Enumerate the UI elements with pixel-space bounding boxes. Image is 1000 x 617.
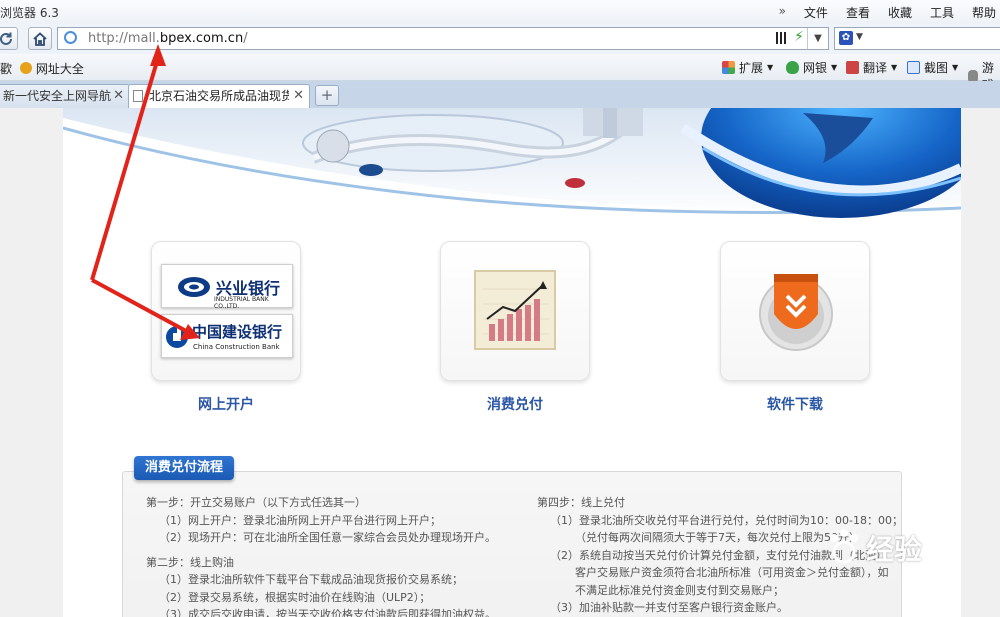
toolbar-screenshot-label: 截图	[924, 61, 949, 75]
url-domain: bpex.com.cn	[159, 31, 244, 46]
bookmark-favorites[interactable]: 歡	[0, 60, 12, 77]
qr-code-icon[interactable]	[776, 32, 788, 44]
rising-chart-icon	[474, 270, 556, 350]
menu-overflow-chevron[interactable]: »	[779, 4, 786, 21]
flow-step-line: （1）登录北油所软件下载平台下载成品油现货报价交易系统；	[159, 573, 463, 586]
menu-bar: » 文件 查看 收藏 工具 帮助	[779, 4, 996, 21]
address-bar[interactable]: http://mall.bpex.com.cn/ ⚡ ▼	[57, 27, 829, 50]
new-tab-button[interactable]: +	[315, 85, 339, 106]
tab-navigation-home[interactable]: 新一代安全上网导航 ✕	[0, 84, 130, 108]
page-gutter-left	[0, 108, 63, 617]
tile-software-download[interactable]	[720, 241, 870, 381]
url-suffix: /	[243, 31, 248, 46]
tile-redemption-label[interactable]: 消费兑付	[440, 394, 590, 414]
watermark: 经验	[824, 522, 944, 572]
flow-step-line: （3）成交后交收申请，按当天交收价格支付油款后即获得加油权益。	[159, 608, 496, 617]
flow-step-line: 不满足此标准兑付资金则支付到交易账户；	[575, 583, 784, 597]
ccb-bank-english: China Construction Bank	[193, 343, 280, 351]
refresh-icon	[0, 32, 12, 45]
site-directory-icon	[20, 62, 32, 74]
menu-tools[interactable]: 工具	[930, 4, 954, 21]
tile-online-account-label[interactable]: 网上开户	[151, 394, 301, 414]
ccb-bank-logo: 中国建设银行 China Construction Bank	[161, 314, 293, 358]
flow-steps-left: 第一步：开立交易账户（以下方式任选其一） （1）网上开户：登录北油所网上开户平台进…	[146, 494, 496, 617]
home-icon	[33, 32, 47, 46]
lightning-icon[interactable]: ⚡	[794, 29, 804, 45]
flow-step-line: 第二步：线上购油	[146, 555, 234, 569]
toolbar-translate-label: 翻译	[863, 61, 888, 75]
tile-software-download-label[interactable]: 软件下载	[720, 394, 870, 414]
window-title: 浏览器 6.3	[0, 6, 59, 20]
translate-icon	[846, 61, 859, 74]
tile-redemption[interactable]	[440, 241, 590, 381]
watermark-text: 经验	[866, 533, 923, 566]
ccb-bank-name: 中国建设银行	[192, 323, 283, 341]
globe-icon	[64, 31, 77, 44]
ccb-icon	[166, 326, 188, 348]
toolbar-extensions-label: 扩展	[739, 61, 764, 75]
menu-help[interactable]: 帮助	[972, 4, 996, 21]
bookmark-site-directory-label: 网址大全	[35, 62, 84, 76]
download-badge-icon	[759, 274, 833, 351]
flow-step-line: （2）现场开户：可在北油所全国任意一家综合会员处办理现场开户。	[159, 531, 496, 544]
tab-navigation-home-title: 新一代安全上网导航	[3, 89, 112, 103]
search-engine-box[interactable]: ✿ ▼	[834, 27, 1000, 50]
flow-step-line: （2）登录交易系统，根据实时油价在线购油（ULP2）；	[159, 590, 431, 604]
paw-icon	[830, 529, 858, 564]
page-icon	[133, 90, 143, 102]
menu-view[interactable]: 查看	[846, 4, 870, 21]
industrial-bank-english: INDUSTRIAL BANK CO.,LTD.	[214, 296, 269, 310]
bookmark-site-directory[interactable]: 网址大全	[20, 60, 84, 77]
toolbar-online-banking-label: 网银	[803, 61, 828, 75]
shield-icon	[786, 61, 799, 74]
toolbar-online-banking[interactable]: 网银 ▼	[786, 59, 837, 76]
navigation-bar: http://mall.bpex.com.cn/ ⚡ ▼ ✿ ▼	[0, 24, 1000, 54]
close-icon[interactable]: ✕	[293, 85, 304, 107]
tab-bpex-mall-title: 北京石油交易所成品油现货交易	[149, 89, 289, 103]
screenshot-icon	[907, 61, 920, 74]
url-text: http://mall.bpex.com.cn/	[88, 31, 248, 46]
refresh-button[interactable]	[0, 27, 18, 50]
toolbar-extensions[interactable]: 扩展 ▼	[722, 59, 773, 76]
url-prefix: http://mall.	[88, 31, 160, 46]
flow-step-line: （1）网上开户：登录北油所网上开户平台进行网上开户；	[159, 513, 441, 527]
flow-step-line: 第四步：线上兑付	[537, 496, 625, 509]
banner-image	[63, 108, 961, 220]
industrial-bank-icon	[178, 277, 210, 297]
tile-online-account[interactable]: 兴业银行 INDUSTRIAL BANK CO.,LTD. 中国建设银行 Chi…	[151, 241, 301, 381]
paw-icon: ✿	[839, 31, 853, 45]
industrial-bank-logo: 兴业银行 INDUSTRIAL BANK CO.,LTD.	[161, 264, 293, 310]
close-icon[interactable]: ✕	[113, 85, 124, 107]
tab-bpex-mall[interactable]: 北京石油交易所成品油现货交易 ✕	[128, 84, 310, 108]
title-bar: 浏览器 6.3 » 文件 查看 收藏 工具 帮助	[0, 0, 1000, 25]
toolbar-screenshot[interactable]: 截图 ▼	[907, 59, 958, 76]
flow-step-line: （3）加油补贴款一并支付至客户银行资金账户。	[550, 601, 788, 614]
extensions-icon	[722, 61, 735, 74]
menu-favorites[interactable]: 收藏	[888, 4, 912, 21]
toolbar-translate[interactable]: 翻译 ▼	[846, 59, 897, 76]
address-dropdown-icon[interactable]: ▼	[807, 28, 828, 49]
flow-step-line: 第一步：开立交易账户（以下方式任选其一）	[146, 496, 366, 509]
page-gutter-right	[961, 108, 1000, 617]
menu-file[interactable]: 文件	[804, 4, 828, 21]
bookmarks-bar: 歡 网址大全 扩展▼ 网银▼ 翻译▼ 截图▼ 游戏	[0, 54, 1000, 92]
home-button[interactable]	[28, 27, 52, 50]
redemption-flow-title: 消费兑付流程	[134, 456, 235, 480]
search-engine-dropdown-icon[interactable]: ▼	[856, 32, 863, 42]
